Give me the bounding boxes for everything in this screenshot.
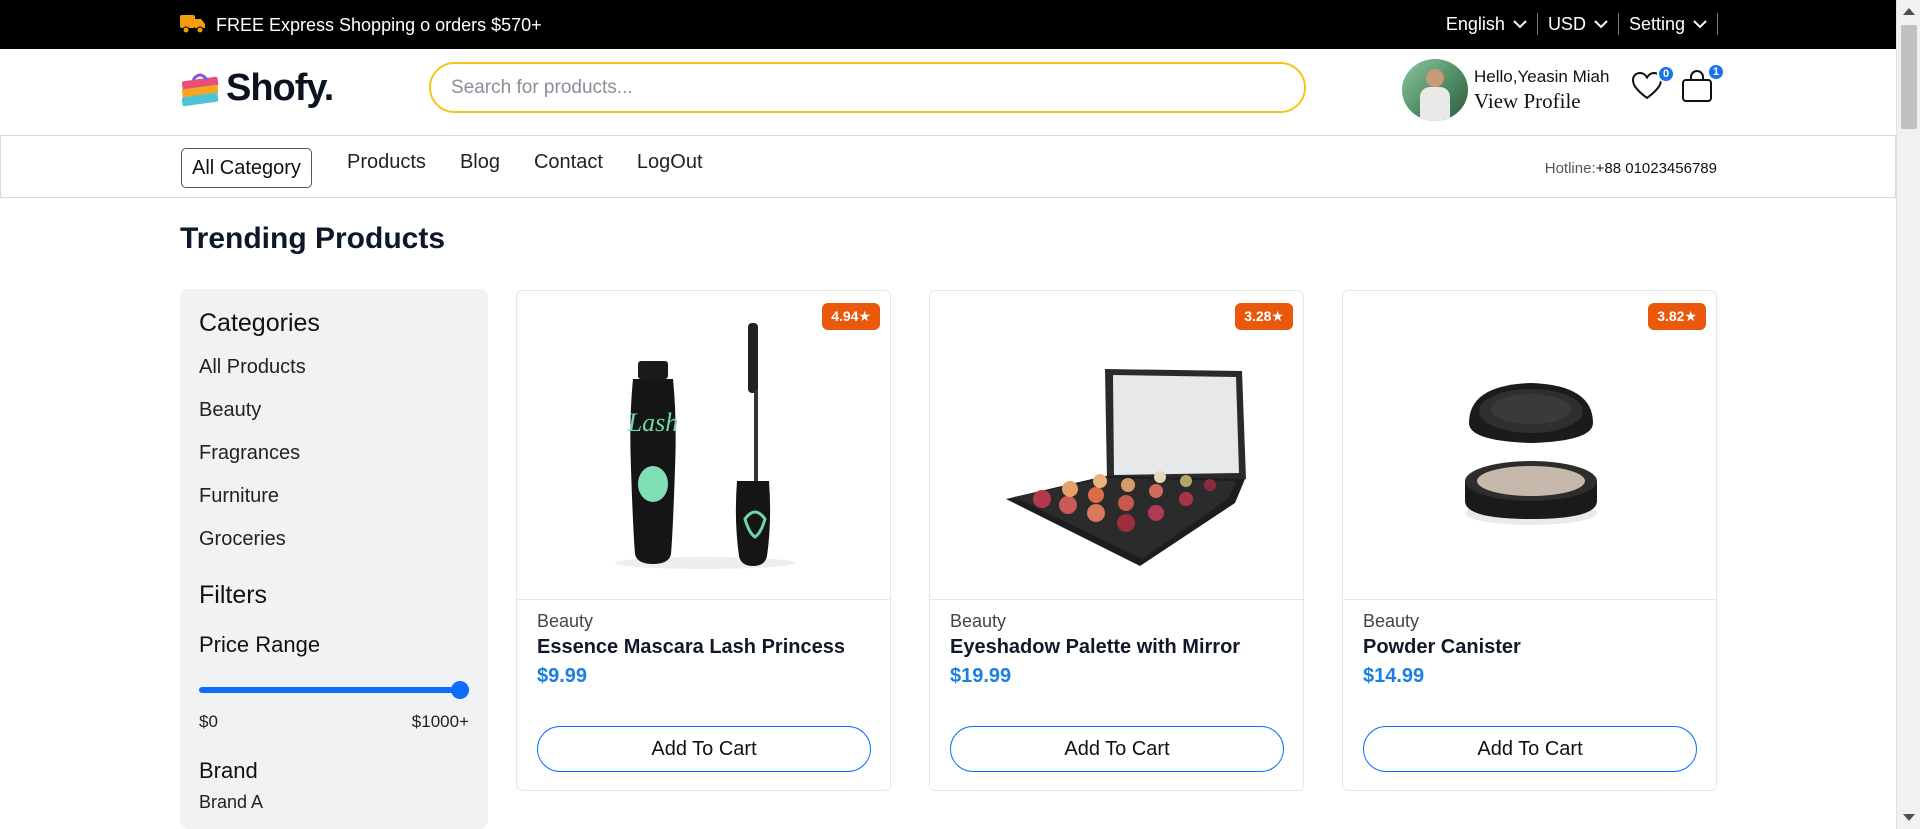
product-card[interactable]: 3.82★ Beauty Powder Canister $14.99 Add … (1342, 290, 1717, 791)
main-nav: All Category Products Blog Contact LogOu… (0, 135, 1896, 198)
eyeshadow-palette-image (1006, 369, 1246, 566)
language-label: English (1445, 13, 1505, 34)
nav-link-products[interactable]: Products (347, 151, 426, 174)
rating-badge: 3.28★ (1235, 303, 1293, 330)
chevron-down-icon (1693, 20, 1707, 29)
filter-sidebar: Categories All Products Beauty Fragrance… (180, 289, 488, 829)
scroll-up-arrow-icon[interactable] (1903, 8, 1915, 15)
product-price: $14.99 (1363, 665, 1425, 687)
nav-link-contact[interactable]: Contact (534, 151, 603, 174)
category-item-fragrances[interactable]: Fragrances (199, 438, 469, 481)
section-title: Trending Products (180, 222, 446, 255)
user-profile[interactable]: Hello,Yeasin Miah View Profile (1402, 59, 1609, 121)
nav-link-logout[interactable]: LogOut (637, 151, 703, 174)
page-scrollbar[interactable] (1896, 0, 1920, 829)
price-min-label: $0 (199, 712, 218, 731)
language-dropdown[interactable]: English (1446, 13, 1538, 35)
brand-heading: Brand (199, 758, 258, 783)
product-image[interactable]: 3.28★ (930, 291, 1303, 600)
promo-text: FREE Express Shopping o orders $570+ (216, 15, 542, 35)
all-category-button[interactable]: All Category (181, 148, 312, 188)
topbar-dropdowns: English USD Setting (1446, 13, 1718, 35)
product-image[interactable]: Lash 4.94★ (517, 291, 890, 600)
product-category: Beauty (537, 611, 594, 631)
view-profile-link[interactable]: View Profile (1474, 89, 1609, 114)
powder-canister-image (1465, 383, 1597, 525)
product-title[interactable]: Essence Mascara Lash Princess (537, 636, 845, 659)
wishlist-count-badge: 0 (1657, 65, 1675, 83)
product-card[interactable]: 3.28★ Beauty Eyeshadow Palette with Mirr… (929, 290, 1304, 791)
scrollbar-thumb[interactable] (1901, 25, 1917, 129)
cart-count-badge: 1 (1707, 63, 1725, 81)
chevron-down-icon (1594, 20, 1608, 29)
filters-heading: Filters (199, 581, 268, 609)
scroll-down-arrow-icon[interactable] (1903, 814, 1915, 821)
setting-dropdown[interactable]: Setting (1619, 13, 1718, 35)
hotline: Hotline:+88 01023456789 (1545, 160, 1717, 177)
rating-badge: 4.94★ (822, 303, 880, 330)
logo-text: Shofy. (226, 67, 334, 109)
price-range-slider[interactable] (199, 681, 469, 699)
truck-icon (180, 12, 206, 39)
price-slider-thumb[interactable] (451, 681, 469, 699)
currency-dropdown[interactable]: USD (1538, 13, 1619, 35)
currency-label: USD (1547, 13, 1586, 34)
hotline-number[interactable]: +88 01023456789 (1596, 160, 1717, 177)
wishlist-button[interactable]: 0 (1631, 65, 1675, 105)
category-item-groceries[interactable]: Groceries (199, 524, 469, 567)
category-item-furniture[interactable]: Furniture (199, 481, 469, 524)
product-price: $9.99 (537, 665, 588, 687)
mascara-image: Lash (615, 323, 795, 569)
category-item-all-products[interactable]: All Products (199, 352, 469, 395)
setting-label: Setting (1628, 13, 1685, 34)
add-to-cart-button[interactable]: Add To Cart (950, 726, 1284, 772)
site-header: Shofy. Hello,Yeasin Miah View Profile 0 … (0, 49, 1896, 135)
avatar[interactable] (1402, 59, 1468, 121)
price-max-label: $1000+ (411, 712, 469, 731)
hotline-label: Hotline: (1544, 160, 1596, 177)
product-card[interactable]: Lash 4.94★ Beauty Essence Mascara Lash P… (516, 290, 891, 791)
price-slider-track (199, 687, 469, 693)
greeting-text: Hello,Yeasin Miah (1474, 66, 1610, 86)
search-input[interactable] (429, 62, 1306, 113)
cart-button[interactable]: 1 (1681, 63, 1725, 103)
brand-item[interactable]: Brand A (199, 792, 469, 813)
nav-links: Products Blog Contact LogOut (347, 151, 703, 174)
category-item-beauty[interactable]: Beauty (199, 395, 469, 438)
promo: FREE Express Shopping o orders $570+ (180, 12, 542, 39)
product-image[interactable]: 3.82★ (1343, 291, 1716, 600)
svg-text:Lash: Lash (627, 408, 679, 437)
product-category: Beauty (1363, 611, 1420, 631)
chevron-down-icon (1513, 20, 1527, 29)
nav-link-blog[interactable]: Blog (460, 151, 500, 174)
shopping-bag-logo-icon (181, 73, 219, 106)
add-to-cart-button[interactable]: Add To Cart (537, 726, 871, 772)
categories-heading: Categories (199, 309, 320, 337)
price-range-heading: Price Range (199, 632, 321, 657)
rating-badge: 3.82★ (1648, 303, 1706, 330)
top-announcement-bar: FREE Express Shopping o orders $570+ Eng… (0, 0, 1896, 49)
add-to-cart-button[interactable]: Add To Cart (1363, 726, 1697, 772)
product-title[interactable]: Powder Canister (1363, 636, 1521, 659)
product-title[interactable]: Eyeshadow Palette with Mirror (950, 636, 1240, 659)
product-category: Beauty (950, 611, 1007, 631)
site-logo[interactable]: Shofy. (180, 67, 334, 110)
product-price: $19.99 (950, 665, 1012, 687)
price-range-labels: $0 $1000+ (199, 712, 469, 732)
